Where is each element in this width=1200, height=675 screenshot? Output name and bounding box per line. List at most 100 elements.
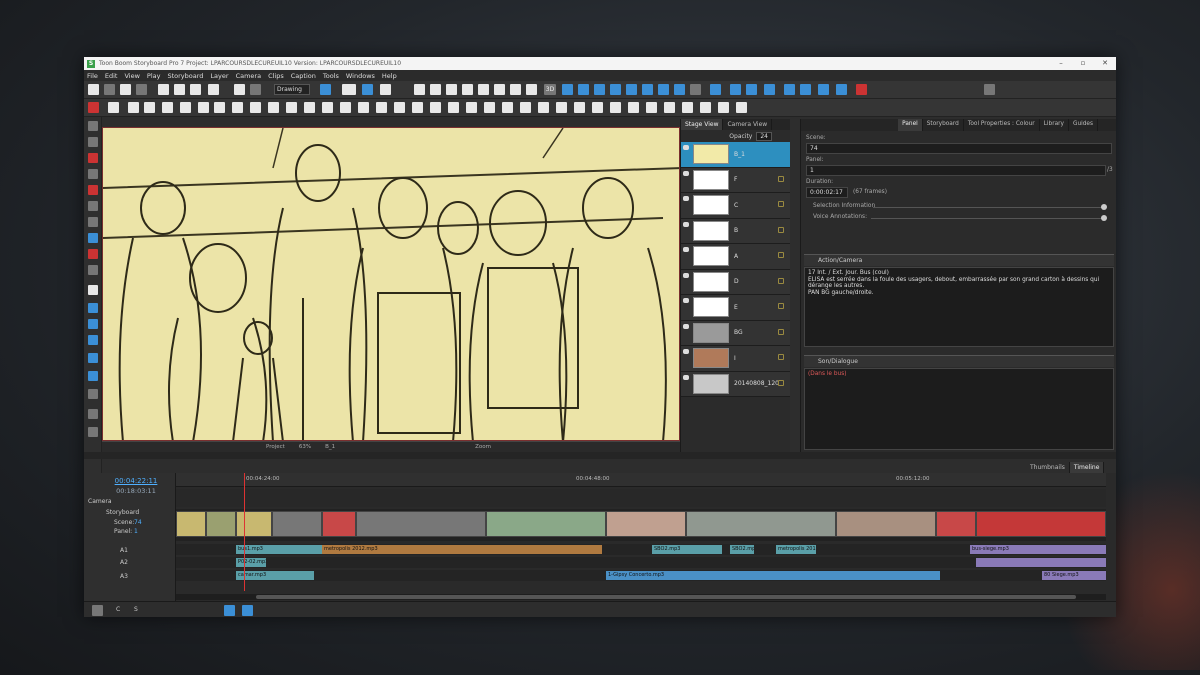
lock-icon[interactable] — [778, 303, 784, 309]
brush-tool-icon[interactable] — [88, 153, 98, 163]
onion-skin-icon[interactable] — [446, 84, 457, 95]
menu-windows[interactable]: Windows — [346, 72, 375, 80]
lock-icon[interactable] — [778, 354, 784, 360]
camera-track[interactable] — [176, 489, 1106, 507]
menu-file[interactable]: File — [87, 72, 98, 80]
scene-add-icon[interactable] — [642, 84, 653, 95]
menu-view[interactable]: View — [124, 72, 139, 80]
tool-preset-9-icon[interactable] — [268, 102, 279, 113]
transform-tool-icon[interactable] — [88, 137, 98, 147]
eraser-icon[interactable] — [380, 84, 391, 95]
panel-thumbnail[interactable] — [236, 511, 272, 537]
hand-tool-icon[interactable] — [88, 303, 98, 313]
tool-preset-3-icon[interactable] — [162, 102, 173, 113]
layer-row[interactable]: BG — [681, 320, 790, 346]
save-icon[interactable] — [120, 84, 131, 95]
visibility-icon[interactable] — [683, 349, 689, 354]
tool-preset-28-icon[interactable] — [610, 102, 621, 113]
scrollbar-thumb[interactable] — [256, 595, 1076, 599]
rotate-icon[interactable] — [526, 84, 537, 95]
selection-expand-knob[interactable] — [1101, 204, 1107, 210]
panel-thumbnail[interactable] — [606, 511, 686, 537]
lock-icon[interactable] — [778, 328, 784, 335]
tool-preset-34-icon[interactable] — [718, 102, 729, 113]
redo-icon[interactable] — [250, 84, 261, 95]
voice-annotations[interactable]: Voice Annotations: — [813, 214, 867, 220]
tool-preset-16-icon[interactable] — [394, 102, 405, 113]
pencil-tool-icon[interactable] — [88, 169, 98, 179]
menu-storyboard[interactable]: Storyboard — [167, 72, 203, 80]
keyframe-icon[interactable] — [594, 84, 605, 95]
tab-timeline[interactable]: Timeline — [1069, 462, 1105, 473]
rotate-view-tool-icon[interactable] — [88, 319, 98, 329]
panel-thumbnail[interactable] — [176, 511, 206, 537]
menu-camera[interactable]: Camera — [236, 72, 262, 80]
lock-icon[interactable] — [778, 379, 784, 386]
settings-icon[interactable] — [108, 102, 119, 113]
tab-panel[interactable]: Panel — [898, 119, 923, 131]
tool-preset-35-icon[interactable] — [736, 102, 747, 113]
audio-clip[interactable]: SBO2.mp3 — [730, 545, 754, 554]
import-icon[interactable] — [136, 84, 147, 95]
layer-row[interactable]: D — [681, 269, 790, 295]
visibility-icon[interactable] — [683, 323, 689, 329]
panel-thumbnail[interactable] — [356, 511, 486, 537]
panel-thumbnail[interactable] — [836, 511, 936, 537]
tool-preset-2-icon[interactable] — [144, 102, 155, 113]
tab-thumbnails[interactable]: Thumbnails — [1026, 462, 1070, 473]
tool-preset-26-icon[interactable] — [574, 102, 585, 113]
opacity-input[interactable]: 24 — [756, 131, 772, 141]
tool-preset-13-icon[interactable] — [340, 102, 351, 113]
audio-clip[interactable]: bus-siege.mp3 — [970, 545, 1106, 554]
tool-preset-15-icon[interactable] — [376, 102, 387, 113]
first-frame-icon[interactable] — [730, 84, 741, 95]
tool-preset-11-icon[interactable] — [304, 102, 315, 113]
tool-preset-6-icon[interactable] — [214, 102, 225, 113]
menu-layer[interactable]: Layer — [210, 72, 228, 80]
tool-preset-33-icon[interactable] — [700, 102, 711, 113]
audio-clip-waveform[interactable] — [976, 558, 1106, 567]
transition-icon[interactable] — [610, 84, 621, 95]
line-tool-icon[interactable] — [88, 265, 98, 275]
audio-clip[interactable]: metropolis 2012.mp3 — [322, 545, 602, 554]
panel-thumbnail[interactable] — [272, 511, 322, 537]
select-tool-icon[interactable] — [88, 121, 98, 131]
panel-thumbnail[interactable] — [486, 511, 606, 537]
timeline-tool-icon[interactable] — [92, 605, 103, 616]
tool-preset-19-icon[interactable] — [448, 102, 459, 113]
camera-add-icon[interactable] — [578, 84, 589, 95]
selection-information[interactable]: Selection Information — [813, 203, 875, 209]
tool-preset-18-icon[interactable] — [430, 102, 441, 113]
view-divider[interactable] — [84, 452, 1116, 459]
visibility-icon[interactable] — [683, 374, 689, 380]
audio-clip[interactable]: metropolis 2012.mp3 — [776, 545, 816, 554]
minimize-icon[interactable]: – — [1050, 57, 1072, 70]
panel-thumbnail[interactable] — [976, 511, 1106, 537]
paint-tool-icon[interactable] — [88, 201, 98, 211]
pencil-icon[interactable] — [362, 84, 373, 95]
merge-icon[interactable] — [674, 84, 685, 95]
visibility-icon[interactable] — [683, 170, 689, 176]
undo-icon[interactable] — [234, 84, 245, 95]
current-timecode[interactable]: 00:04:22:11 — [106, 477, 166, 485]
visibility-icon[interactable] — [683, 145, 689, 150]
timeline-scrollbar[interactable] — [176, 594, 1106, 600]
panel-thumbnail[interactable] — [206, 511, 236, 537]
camera-tool-icon[interactable] — [88, 335, 98, 345]
paste-icon[interactable] — [190, 84, 201, 95]
maximize-icon[interactable]: ▫ — [1072, 57, 1094, 70]
storyboard-track[interactable] — [176, 509, 1106, 541]
audio-track-a1[interactable]: bus1.mp3 metropolis 2012.mp3 SBO2.mp3 SB… — [176, 544, 1106, 555]
tool-preset-22-icon[interactable] — [502, 102, 513, 113]
lock-icon[interactable] — [778, 252, 784, 258]
panel-track-value[interactable]: 1 — [134, 528, 138, 535]
delete-icon[interactable] — [208, 84, 219, 95]
loop-icon[interactable] — [800, 84, 811, 95]
camera-icon[interactable] — [562, 84, 573, 95]
tab-stage-view[interactable]: Stage View — [681, 119, 724, 130]
layer-row[interactable]: F — [681, 167, 790, 193]
cutter-tool-icon[interactable] — [88, 427, 98, 437]
layer-row[interactable]: B_1 — [681, 142, 790, 168]
zoom-out-icon[interactable] — [494, 84, 505, 95]
tool-preset-29-icon[interactable] — [628, 102, 639, 113]
